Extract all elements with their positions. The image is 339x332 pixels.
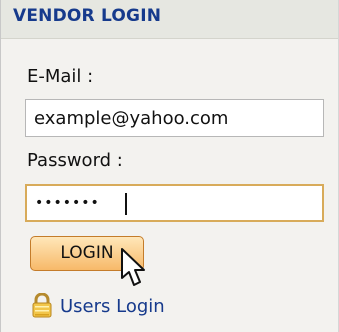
panel-header: VENDOR LOGIN [1,0,338,39]
password-label: Password : [27,150,123,171]
text-caret [125,193,127,215]
vendor-login-panel: VENDOR LOGIN E-Mail : Password : LOGIN U… [0,0,339,332]
users-login-label: Users Login [60,295,165,317]
password-field[interactable] [25,184,324,222]
email-field[interactable] [25,99,324,137]
email-label: E-Mail : [27,66,94,87]
users-login-link[interactable]: Users Login [31,291,165,321]
mouse-pointer-icon [121,248,145,286]
panel-title: VENDOR LOGIN [13,6,162,26]
lock-icon [32,293,52,318]
